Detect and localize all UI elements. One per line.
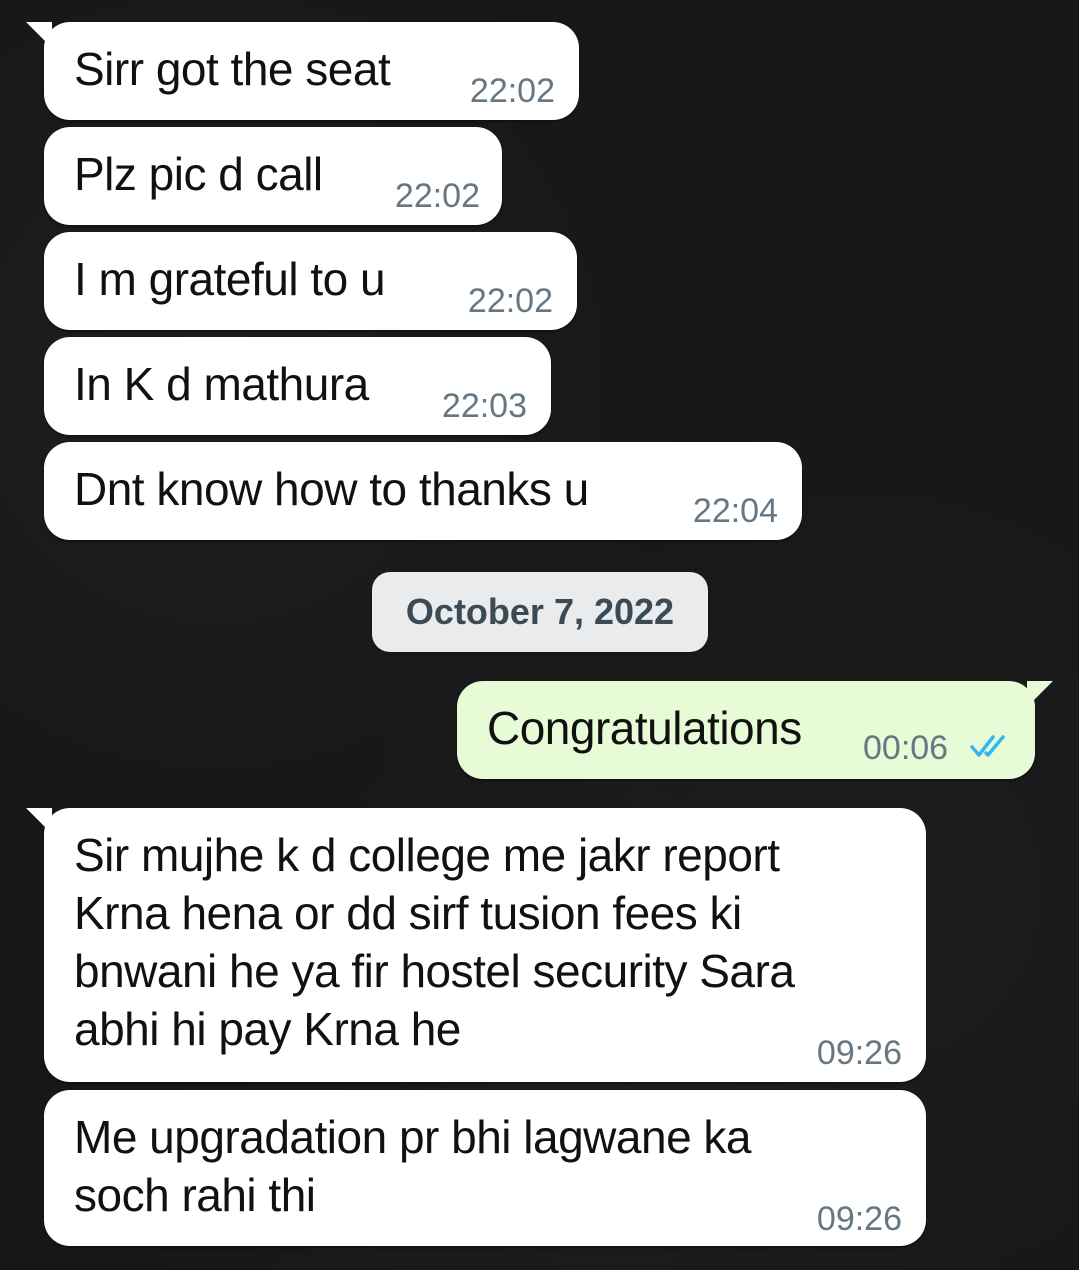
- message-text: Sir mujhe k d college me jakr report Krn…: [74, 829, 795, 1055]
- message-text: Congratulations: [487, 702, 802, 754]
- incoming-message[interactable]: Sir mujhe k d college me jakr report Krn…: [26, 808, 926, 1082]
- message-time: 09:26: [816, 1034, 902, 1072]
- message-time: 22:04: [692, 492, 778, 530]
- incoming-message[interactable]: In K d mathura 22:03: [44, 337, 551, 435]
- message-time: 09:26: [816, 1200, 902, 1238]
- message-time: 22:02: [394, 177, 480, 215]
- incoming-message[interactable]: Dnt know how to thanks u 22:04: [44, 442, 802, 540]
- message-text: I m grateful to u: [74, 253, 386, 305]
- double-check-icon: [970, 735, 1005, 757]
- message-text: Plz pic d call: [74, 148, 323, 200]
- message-time: 00:06: [863, 729, 949, 767]
- chat-conversation: Sirr got the seat 22:02 Plz pic d call 2…: [0, 0, 1079, 1270]
- message-time: 22:02: [467, 282, 553, 320]
- incoming-message[interactable]: I m grateful to u 22:02: [44, 232, 577, 330]
- incoming-message[interactable]: Me upgradation pr bhi lagwane ka soch ra…: [44, 1090, 926, 1246]
- message-text: Dnt know how to thanks u: [74, 463, 589, 515]
- message-text: Sirr got the seat: [74, 43, 391, 95]
- message-text: In K d mathura: [74, 358, 369, 410]
- incoming-message[interactable]: Plz pic d call 22:02: [44, 127, 502, 225]
- message-time: 22:02: [469, 72, 555, 110]
- incoming-message[interactable]: Sirr got the seat 22:02: [26, 22, 579, 120]
- message-time: 22:03: [441, 387, 527, 425]
- outgoing-message[interactable]: Congratulations 00:06: [457, 681, 1053, 779]
- message-text: Me upgradation pr bhi lagwane ka soch ra…: [74, 1111, 752, 1221]
- date-divider: October 7, 2022: [372, 572, 708, 652]
